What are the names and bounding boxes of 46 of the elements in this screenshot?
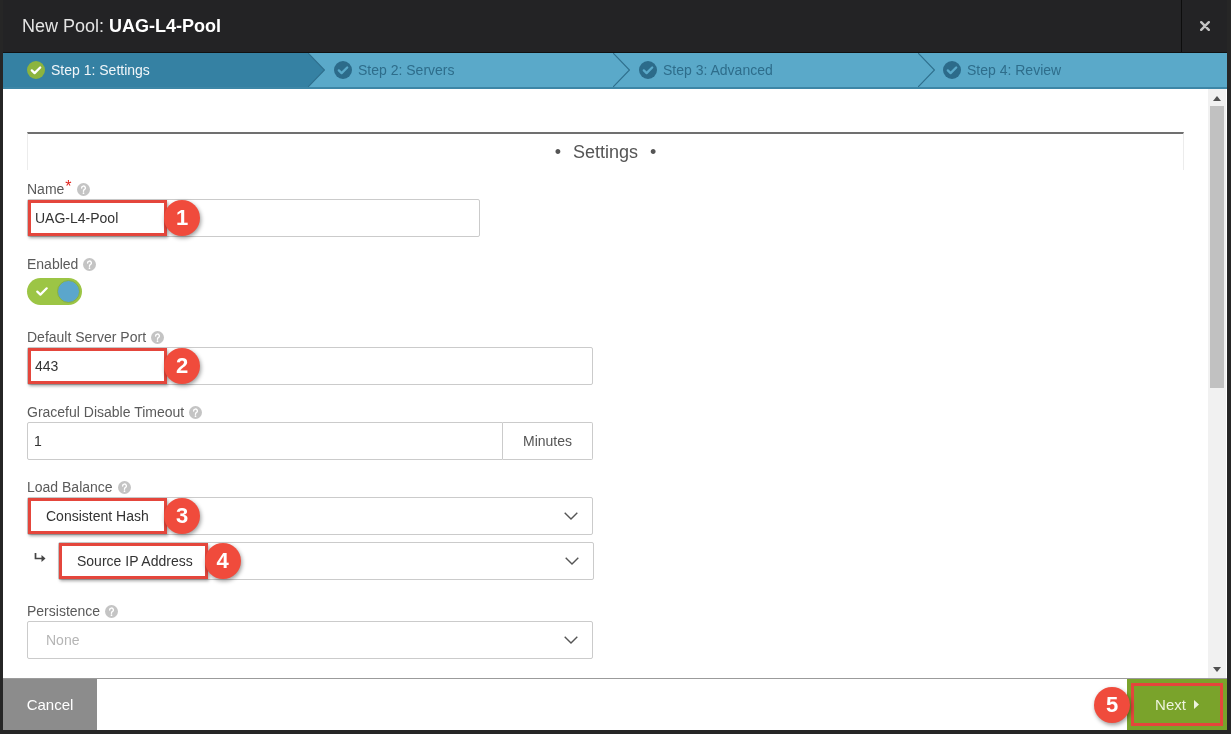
scroll-down-icon[interactable] (1213, 667, 1221, 672)
check-circle-icon (27, 61, 45, 79)
field-label: Graceful Disable Timeout (27, 404, 185, 420)
check-circle-icon (943, 61, 961, 79)
field-value: Consistent Hash (28, 498, 167, 534)
callout-marker: 2 (164, 348, 200, 384)
callout-marker: 1 (164, 200, 200, 236)
dropdown[interactable]: None (27, 621, 593, 659)
field-value: 443 (28, 348, 167, 384)
chevron-down-icon (564, 636, 578, 644)
placeholder-text: None (45, 631, 81, 649)
unit-label: Minutes (503, 422, 593, 460)
field-label: Persistence (27, 603, 101, 619)
toggle-switch[interactable] (27, 278, 82, 305)
section-title: • Settings • (554, 141, 657, 163)
check-icon (36, 287, 48, 296)
next-button[interactable]: Next (1127, 679, 1227, 730)
input-field[interactable]: UAG-L4-Pool 1 (27, 199, 480, 237)
input-field[interactable]: 443 2 (27, 347, 593, 385)
callout-marker: 3 (164, 498, 200, 534)
chevron-down-icon (564, 512, 578, 520)
window-title: New Pool: UAG-L4-Pool (22, 15, 222, 37)
required-mark: * (65, 180, 72, 194)
input-field[interactable]: 1 (27, 422, 503, 460)
dropdown[interactable]: Source IP Address 4 (58, 542, 594, 580)
check-circle-icon (334, 61, 352, 79)
scrollbar-thumb[interactable] (1210, 106, 1224, 388)
check-circle-icon (639, 61, 657, 79)
turn-arrow-icon (34, 552, 46, 562)
toggle-knob (57, 280, 80, 303)
field-label: Name (27, 181, 65, 197)
field-value: UAG-L4-Pool (28, 200, 167, 236)
field-label: Load Balance (27, 479, 113, 495)
cancel-button[interactable]: Cancel (3, 679, 97, 730)
field-label: Enabled (27, 256, 79, 272)
scroll-up-icon[interactable] (1213, 96, 1221, 101)
chevron-down-icon (565, 557, 579, 565)
dropdown[interactable]: Consistent Hash 3 (27, 497, 593, 535)
close-icon (1199, 21, 1210, 31)
field-label: Default Server Port (27, 329, 147, 345)
field-value: 1 (33, 432, 43, 450)
field-value: Source IP Address (59, 543, 208, 579)
scrollbar[interactable] (1208, 89, 1226, 678)
callout-marker: 5 (1094, 686, 1130, 723)
callout-marker: 4 (204, 543, 241, 579)
caret-icon (1193, 700, 1199, 709)
